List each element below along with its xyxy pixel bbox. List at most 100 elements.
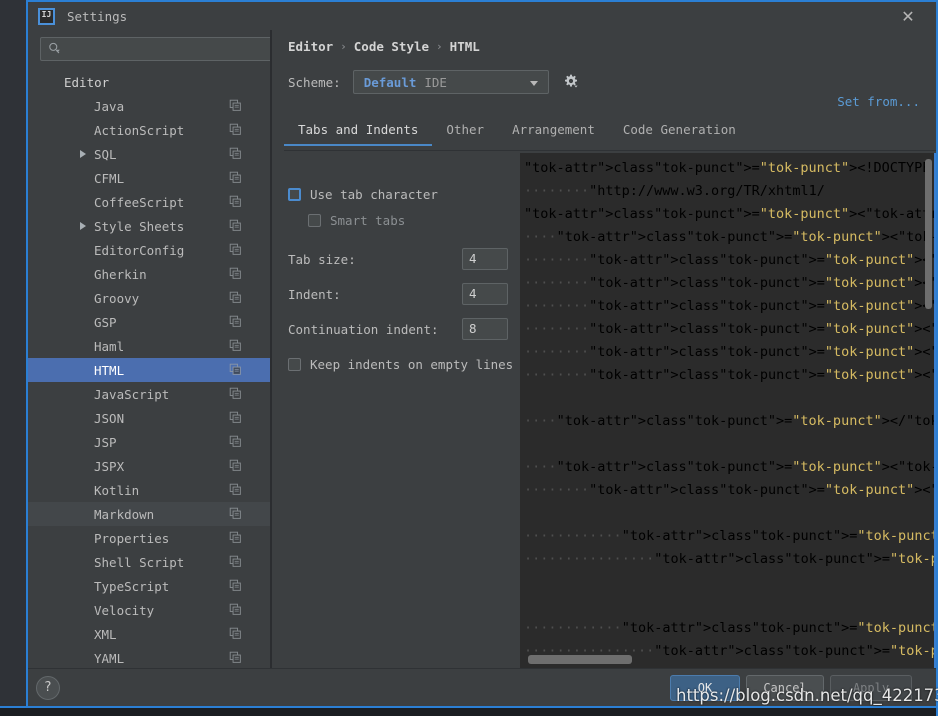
copy-icon[interactable]	[229, 267, 242, 280]
tab-size-input[interactable]: 4	[462, 248, 508, 270]
expand-arrow-icon[interactable]	[80, 222, 86, 230]
copy-icon[interactable]	[229, 435, 242, 448]
breadcrumb-part-html[interactable]: HTML	[450, 39, 480, 54]
sidebar-item-kotlin[interactable]: Kotlin	[28, 478, 270, 502]
ok-button[interactable]: OK	[670, 675, 740, 701]
copy-icon[interactable]	[229, 627, 242, 640]
sidebar-item-label: XML	[94, 626, 117, 642]
copy-icon[interactable]	[229, 195, 242, 208]
expand-arrow-icon[interactable]	[80, 150, 86, 158]
code-line: "tok-attr">class"tok-punct">="tok-punct"…	[524, 160, 936, 176]
sidebar-item-actionscript[interactable]: ActionScript	[28, 118, 270, 142]
continuation-indent-label: Continuation indent:	[288, 321, 439, 337]
sidebar-item-label: GSP	[94, 314, 117, 330]
smart-tabs-row[interactable]: Smart tabs	[308, 209, 513, 231]
sidebar-item-yaml[interactable]: YAML	[28, 646, 270, 668]
copy-icon[interactable]	[229, 339, 242, 352]
tab-other[interactable]: Other	[432, 122, 498, 146]
sidebar-item-typescript[interactable]: TypeScript	[28, 574, 270, 598]
tab-tabs-and-indents[interactable]: Tabs and Indents	[284, 122, 433, 146]
scheme-dropdown[interactable]: Default IDE	[352, 70, 549, 94]
set-from-link[interactable]: Set from...	[837, 94, 920, 109]
code-line: ····"tok-attr">class"tok-punct">="tok-pu…	[524, 459, 936, 475]
keep-indents-row[interactable]: Keep indents on empty lines	[288, 353, 513, 375]
copy-icon[interactable]	[229, 243, 242, 256]
tab-code-generation[interactable]: Code Generation	[609, 122, 750, 146]
code-line: ········"tok-attr">class"tok-punct">="to…	[524, 367, 936, 383]
scrollbar-horizontal[interactable]	[528, 655, 632, 664]
window-border-bottom	[0, 706, 938, 708]
copy-icon[interactable]	[229, 363, 242, 376]
copy-icon[interactable]	[229, 459, 242, 472]
breadcrumb-separator: ›	[436, 40, 443, 53]
code-preview-panel[interactable]: "tok-attr">class"tok-punct">="tok-punct"…	[520, 153, 936, 668]
copy-icon[interactable]	[229, 99, 242, 112]
copy-icon[interactable]	[229, 507, 242, 520]
sidebar-item-markdown[interactable]: Markdown	[28, 502, 270, 526]
copy-icon[interactable]	[229, 411, 242, 424]
window-title: Settings	[67, 8, 128, 24]
copy-icon[interactable]	[229, 219, 242, 232]
sidebar-item-coffeescript[interactable]: CoffeeScript	[28, 190, 270, 214]
code-line: ········"tok-attr">class"tok-punct">="to…	[524, 344, 936, 360]
scrollbar-vertical[interactable]	[925, 159, 932, 309]
search-input[interactable]	[40, 37, 270, 61]
sidebar-item-gsp[interactable]: GSP	[28, 310, 270, 334]
sidebar-item-sql[interactable]: SQL	[28, 142, 270, 166]
continuation-indent-input[interactable]: 8	[462, 318, 508, 340]
copy-icon[interactable]	[229, 147, 242, 160]
sidebar-item-properties[interactable]: Properties	[28, 526, 270, 550]
sidebar-item-label: EditorConfig	[94, 242, 185, 258]
tab-arrangement[interactable]: Arrangement	[498, 122, 609, 146]
copy-icon[interactable]	[229, 315, 242, 328]
keep-indents-checkbox[interactable]	[288, 357, 301, 371]
copy-icon[interactable]	[229, 555, 242, 568]
sidebar-item-json[interactable]: JSON	[28, 406, 270, 430]
sidebar-item-groovy[interactable]: Groovy	[28, 286, 270, 310]
sidebar-item-shell-script[interactable]: Shell Script	[28, 550, 270, 574]
smart-tabs-checkbox[interactable]	[308, 213, 321, 227]
sidebar-item-editorconfig[interactable]: EditorConfig	[28, 238, 270, 262]
indent-input[interactable]: 4	[462, 283, 508, 305]
sidebar-root-label: Editor	[64, 74, 110, 90]
cancel-button[interactable]: Cancel	[746, 675, 824, 701]
use-tab-character-checkbox[interactable]	[288, 187, 301, 201]
copy-icon[interactable]	[229, 387, 242, 400]
sidebar-item-label: CFML	[94, 170, 125, 186]
desktop-backdrop-left	[0, 0, 26, 716]
sidebar-item-xml[interactable]: XML	[28, 622, 270, 646]
copy-icon[interactable]	[229, 483, 242, 496]
sidebar-item-gherkin[interactable]: Gherkin	[28, 262, 270, 286]
preview-focus-edge	[934, 153, 936, 668]
sidebar-item-label: Java	[94, 98, 125, 114]
sidebar-item-jspx[interactable]: JSPX	[28, 454, 270, 478]
code-line: ········"tok-attr">class"tok-punct">="to…	[524, 298, 936, 314]
tab-size-row: Tab size: 4	[288, 247, 508, 271]
copy-icon[interactable]	[229, 651, 242, 664]
sidebar-item-style-sheets[interactable]: Style Sheets	[28, 214, 270, 238]
copy-icon[interactable]	[229, 171, 242, 184]
breadcrumb-part-code-style[interactable]: Code Style	[354, 39, 429, 54]
help-button[interactable]: ?	[36, 676, 60, 700]
close-icon[interactable]: ✕	[898, 7, 918, 27]
use-tab-character-row[interactable]: Use tab character	[288, 183, 513, 205]
copy-icon[interactable]	[229, 291, 242, 304]
sidebar-item-velocity[interactable]: Velocity	[28, 598, 270, 622]
sidebar-item-java[interactable]: Java	[28, 94, 270, 118]
breadcrumb-part-editor[interactable]: Editor	[288, 39, 333, 54]
sidebar-item-cfml[interactable]: CFML	[28, 166, 270, 190]
gear-icon[interactable]	[562, 73, 580, 91]
continuation-indent-row: Continuation indent: 8	[288, 317, 508, 341]
copy-icon[interactable]	[229, 579, 242, 592]
copy-icon[interactable]	[229, 531, 242, 544]
sidebar-item-editor[interactable]: Editor	[28, 70, 270, 94]
sidebar-item-jsp[interactable]: JSP	[28, 430, 270, 454]
sidebar-item-label: SQL	[94, 146, 117, 162]
sidebar-item-html[interactable]: HTML	[28, 358, 270, 382]
sidebar-item-javascript[interactable]: JavaScript	[28, 382, 270, 406]
sidebar-item-label: HTML	[94, 362, 125, 378]
copy-icon[interactable]	[229, 603, 242, 616]
copy-icon[interactable]	[229, 123, 242, 136]
sidebar-item-haml[interactable]: Haml	[28, 334, 270, 358]
